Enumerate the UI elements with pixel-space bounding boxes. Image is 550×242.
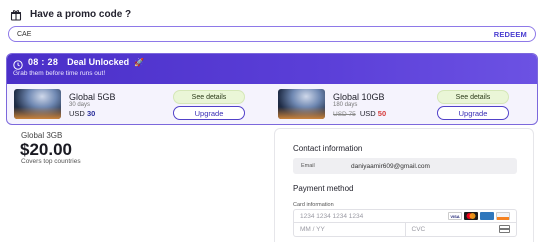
- rocket-icon: 🚀: [134, 57, 145, 67]
- checkout-card: Contact information Email daniyaamir609@…: [274, 128, 534, 242]
- mastercard-icon: [464, 212, 478, 220]
- email-value: daniyaamir609@gmail.com: [351, 162, 430, 170]
- plan-coverage: Covers top countries: [21, 158, 81, 165]
- deal-panel: 08 : 28 Deal Unlocked 🚀 Grab them before…: [6, 53, 538, 125]
- redeem-button[interactable]: REDEEM: [494, 30, 527, 39]
- offer-currency: USD: [359, 109, 376, 118]
- card-number-input[interactable]: 1234 1234 1234 1234 VISA: [293, 209, 517, 223]
- offer-duration: 180 days: [333, 102, 358, 108]
- amex-icon: [480, 212, 494, 220]
- deal-banner: 08 : 28 Deal Unlocked 🚀 Grab them before…: [7, 54, 537, 84]
- card-number-placeholder: 1234 1234 1234 1234: [300, 212, 364, 220]
- offer-price-value: 30: [86, 109, 96, 118]
- offer-price-value: 50: [377, 109, 387, 118]
- see-details-button[interactable]: See details: [437, 90, 509, 104]
- countdown-timer: 08 : 28: [28, 57, 59, 67]
- offer-price: USD 75 USD 50: [333, 109, 386, 118]
- contact-title: Contact information: [293, 144, 363, 153]
- expiry-placeholder: MM / YY: [300, 225, 325, 233]
- offer-duration: 30 days: [69, 102, 91, 108]
- offer-card: Global 10GB 180 days USD 75 USD 50 See d…: [271, 84, 535, 124]
- plan-name: Global 3GB: [21, 131, 63, 140]
- card-info-label: Card information: [293, 202, 334, 208]
- promo-header: Have a promo code ?: [10, 8, 132, 21]
- deal-subtitle: Grab them before time runs out!: [13, 70, 106, 77]
- deal-label: Deal Unlocked: [67, 57, 130, 67]
- earth-image: [278, 89, 325, 119]
- payment-title: Payment method: [293, 184, 354, 193]
- see-details-button[interactable]: See details: [173, 90, 245, 104]
- card-back-icon: [499, 225, 510, 233]
- offer-name: Global 5GB: [69, 92, 116, 102]
- plan-price: $20.00: [20, 140, 72, 159]
- email-label: Email: [301, 163, 315, 169]
- upgrade-button[interactable]: Upgrade: [437, 106, 509, 120]
- clock-icon: [13, 57, 23, 70]
- offer-price: USD 30: [69, 109, 95, 118]
- promo-code-field: REDEEM: [8, 26, 536, 42]
- promo-code-input[interactable]: [17, 30, 494, 38]
- offer-list: Global 5GB 30 days USD 30 See details Up…: [7, 84, 537, 124]
- email-field[interactable]: Email daniyaamir609@gmail.com: [293, 158, 517, 174]
- card-brands: VISA: [448, 212, 510, 220]
- expiry-input[interactable]: MM / YY: [293, 222, 406, 237]
- gift-icon: [10, 8, 22, 21]
- offer-old-price: USD 75: [333, 111, 356, 118]
- offer-name: Global 10GB: [333, 92, 385, 102]
- upgrade-button[interactable]: Upgrade: [173, 106, 245, 120]
- offer-currency: USD: [69, 109, 85, 118]
- offer-card: Global 5GB 30 days USD 30 See details Up…: [7, 84, 271, 124]
- visa-icon: VISA: [448, 212, 462, 220]
- cvc-input[interactable]: CVC: [405, 222, 517, 237]
- discover-icon: [496, 212, 510, 220]
- cvc-placeholder: CVC: [411, 225, 426, 233]
- card-details-row: MM / YY CVC: [293, 222, 517, 237]
- promo-title: Have a promo code ?: [30, 8, 132, 20]
- earth-image: [14, 89, 61, 119]
